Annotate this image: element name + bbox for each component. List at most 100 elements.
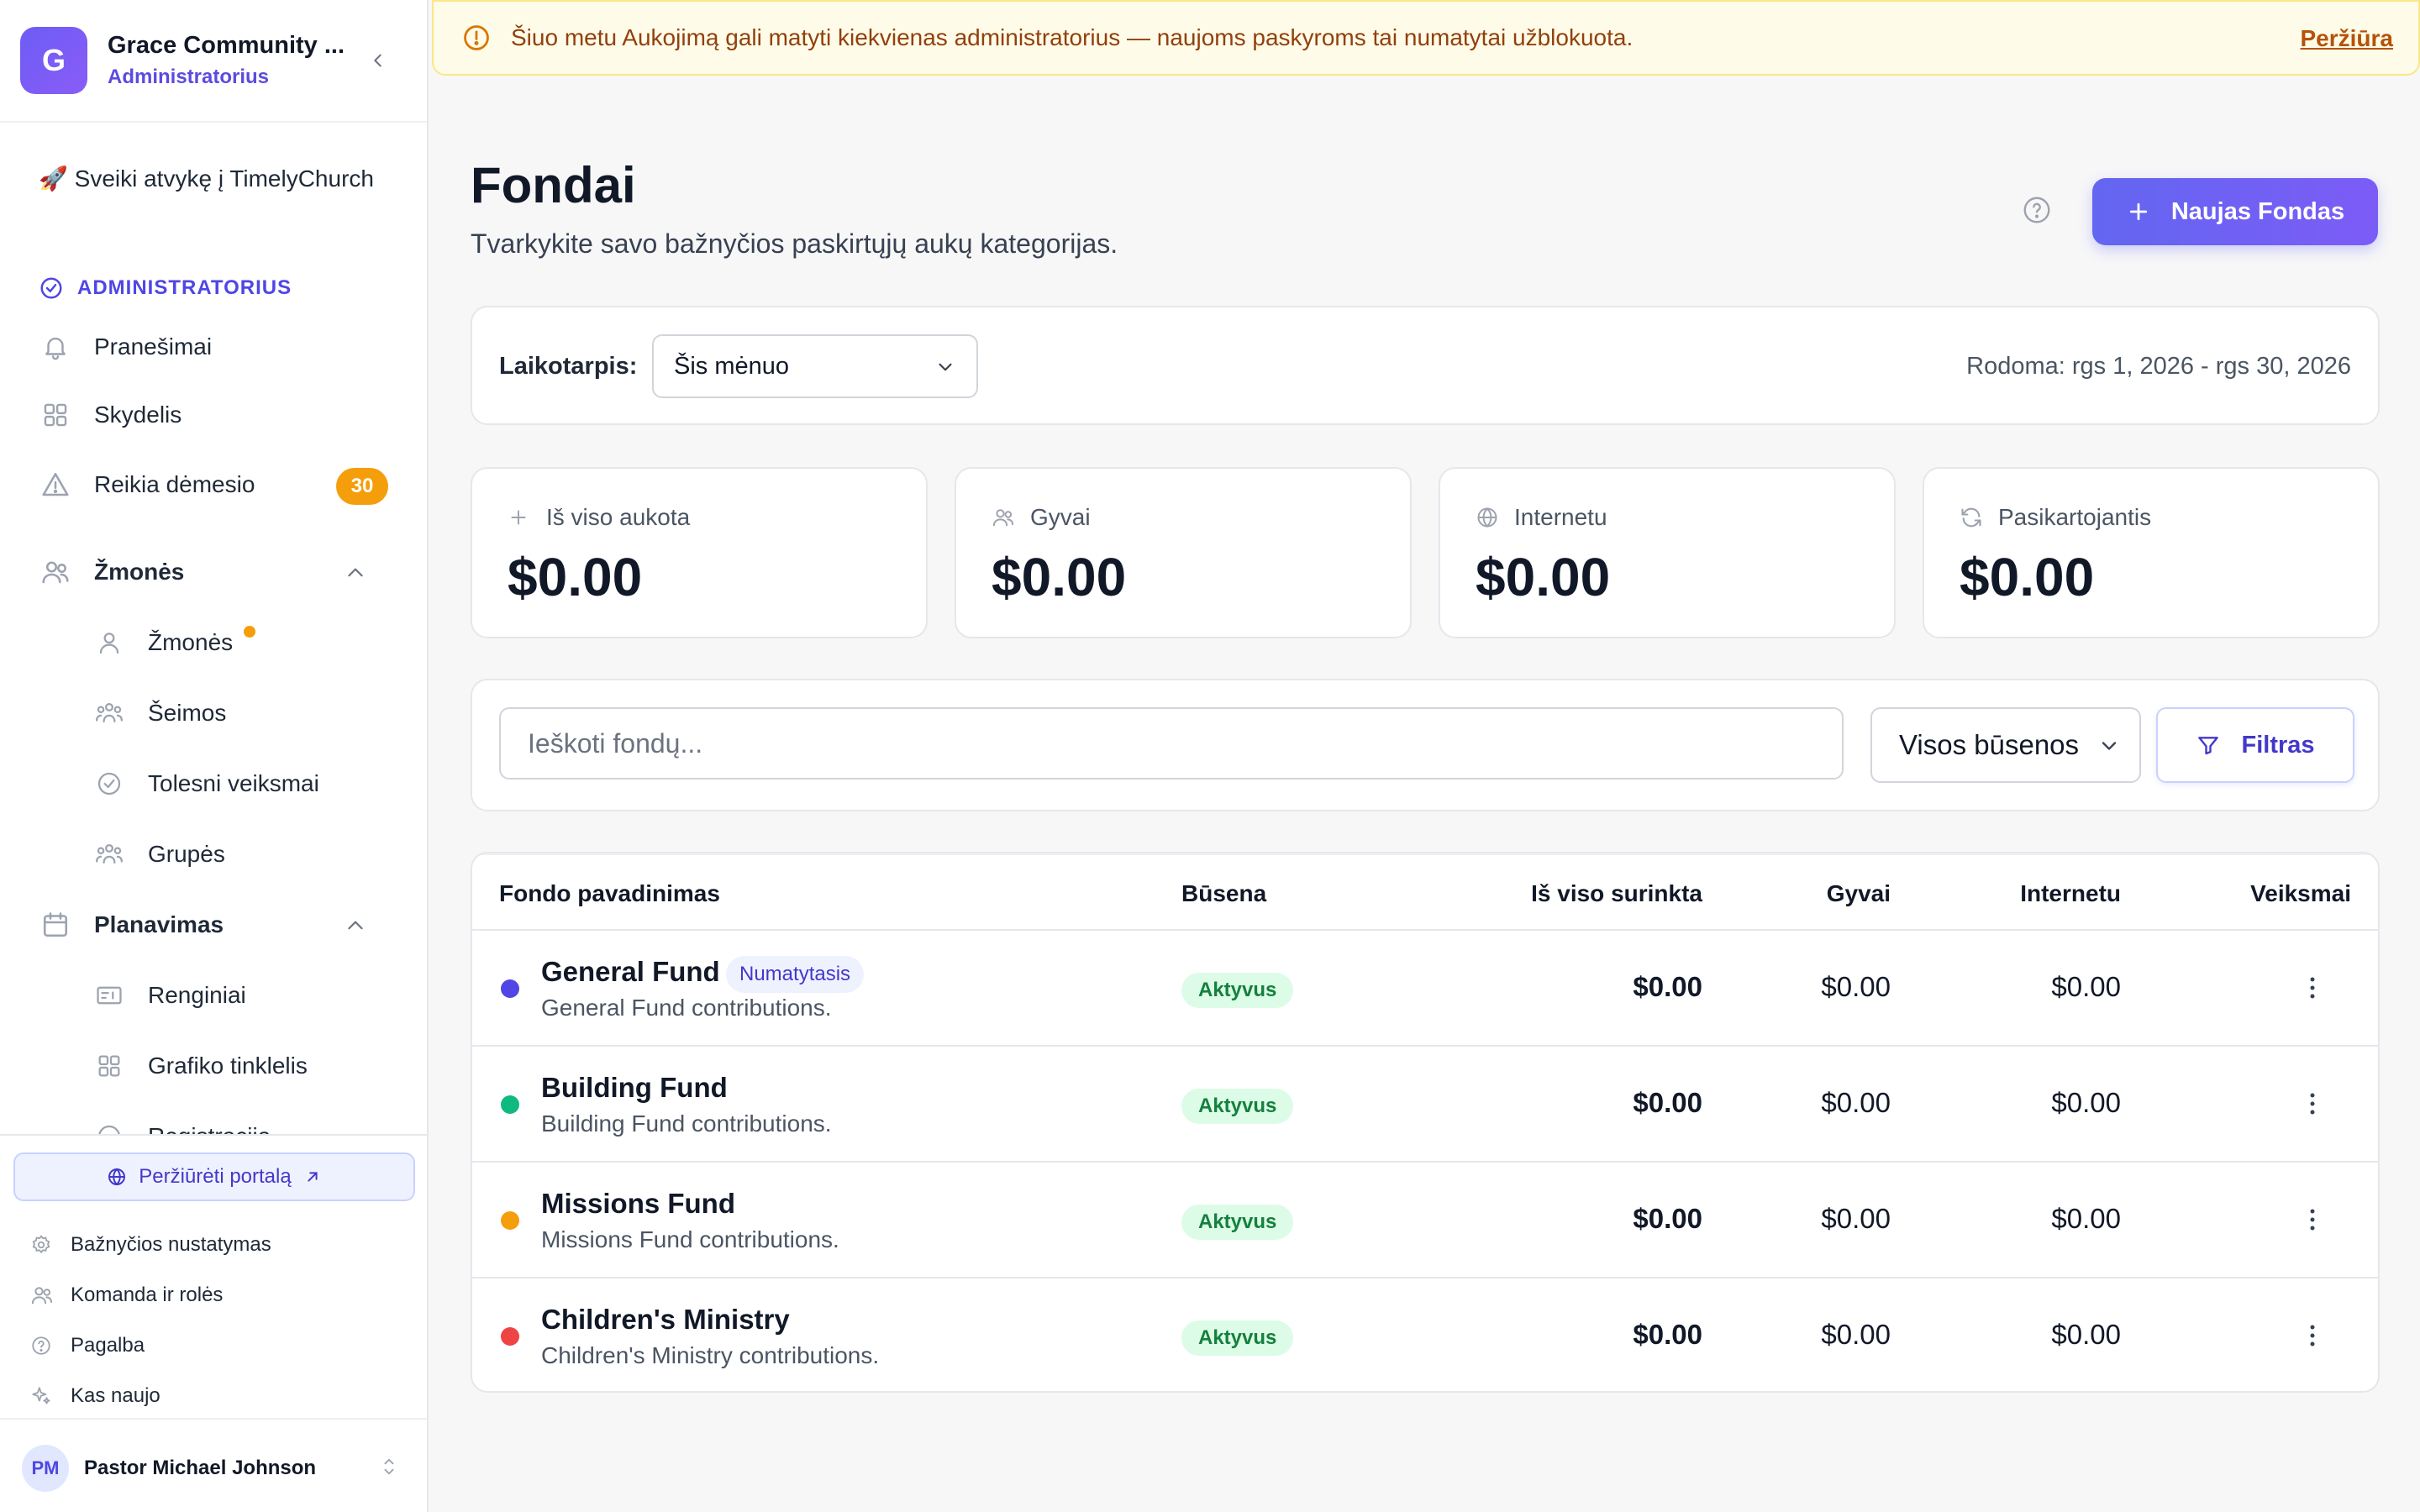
fund-name[interactable]: General Fund [541,956,720,988]
stat-label-text: Pasikartojantis [1998,504,2152,530]
family-icon [92,696,126,730]
org-logo[interactable]: G [20,27,87,94]
globe-icon [108,1168,126,1186]
ticket-icon [92,979,126,1012]
status-badge: Aktyvus [1181,1320,1294,1356]
sidebar-item-dashboard[interactable]: Skydelis [39,390,400,440]
sidebar-item-families[interactable]: Šeimos [92,688,400,738]
whats-new-label: Kas naujo [71,1384,160,1407]
more-vertical-icon[interactable] [2299,1090,2326,1117]
sidebar-item-label: Renginiai [148,982,246,1008]
sidebar-item-events[interactable]: Renginiai [92,970,400,1021]
sidebar: G Grace Community ... Administratorius 🚀… [0,0,429,1512]
user-name: Pastor Michael Johnson [84,1457,317,1479]
more-vertical-icon[interactable] [2299,1322,2326,1349]
more-vertical-icon[interactable] [2299,974,2326,1001]
grid-icon [92,1049,126,1083]
table-row[interactable]: Children's Ministry Children's Ministry … [472,1278,2378,1391]
search-filter-card: Visos būsenos Filtras [471,679,2380,811]
page-subtitle: Tvarkykite savo bažnyčios paskirtųjų auk… [471,228,1118,259]
sidebar-item-groups[interactable]: Grupės [92,829,400,879]
sidebar-item-notifications[interactable]: Pranešimai [39,322,400,372]
plus-icon [508,506,531,529]
new-fund-button[interactable]: Naujas Fondas [2092,178,2378,245]
period-filter-card: Laikotarpis: Šis mėnuo Rodoma: rgs 1, 20… [471,306,2380,425]
stat-label: Pasikartojantis [1960,504,2151,531]
status-badge: Aktyvus [1181,1089,1294,1124]
user-menu[interactable]: PM Pastor Michael Johnson [0,1418,427,1512]
period-range-text: Rodoma: rgs 1, 2026 - rgs 30, 2026 [1966,353,2351,380]
column-header-total[interactable]: Iš viso surinkta [1531,880,1702,907]
status-select[interactable]: Visos būsenos [1870,707,2141,783]
welcome-message[interactable]: 🚀 Sveiki atvykę į TimelyChurch [39,162,392,196]
fund-name[interactable]: Missions Fund [541,1188,735,1220]
chevron-up-icon[interactable] [345,562,366,590]
fund-name[interactable]: Building Fund [541,1072,728,1104]
bell-icon [39,330,72,364]
alert-circle-icon [462,23,492,53]
sidebar-item-people[interactable]: Žmonės [92,617,400,668]
help-link[interactable]: Pagalba [30,1329,145,1362]
fund-color-dot [501,1211,519,1230]
stat-value: $0.00 [1960,547,2095,607]
stat-label: Iš viso aukota [508,504,690,531]
team-roles-link[interactable]: Komanda ir rolės [30,1278,223,1312]
new-indicator-dot [244,626,255,638]
column-header-online[interactable]: Internetu [2020,880,2121,907]
table-row[interactable]: General Fund Numatytasis General Fund co… [472,931,2378,1047]
sidebar-item-label: Grupės [148,841,225,867]
collapse-sidebar-button[interactable] [361,44,395,77]
users-icon [992,506,1015,529]
sidebar-group-label: Žmonės [94,559,185,585]
fund-color-dot [501,979,519,998]
table-row[interactable]: Missions Fund Missions Fund contribution… [472,1163,2378,1278]
fund-live: $0.00 [1821,1203,1891,1234]
banner-review-link[interactable]: Peržiūra [2301,25,2394,52]
grid-icon [39,398,72,432]
help-label: Pagalba [71,1334,145,1357]
groups-icon [92,837,126,871]
fund-color-dot [501,1095,519,1114]
stat-label-text: Gyvai [1030,504,1091,530]
fund-live: $0.00 [1821,971,1891,1002]
stat-card-total: Iš viso aukota $0.00 [471,467,928,638]
column-header-status[interactable]: Būsena [1181,880,1266,907]
filter-label: Filtras [2241,731,2315,759]
stat-card-recurring: Pasikartojantis $0.00 [1923,467,2380,638]
fund-search-input[interactable] [499,707,1844,780]
whats-new-link[interactable]: Kas naujo [30,1379,160,1413]
stat-value: $0.00 [508,547,643,607]
column-header-live[interactable]: Gyvai [1827,880,1891,907]
section-admin: ADMINISTRATORIUS [39,276,292,301]
chevron-up-icon[interactable] [345,915,366,942]
fund-total: $0.00 [1633,1319,1702,1350]
stat-label-text: Iš viso aukota [546,504,691,530]
new-fund-label: Naujas Fondas [2170,197,2345,225]
period-label: Laikotarpis: [499,353,638,380]
table-row[interactable]: Building Fund Building Fund contribution… [472,1047,2378,1163]
sidebar-item-label: Pranešimai [94,333,213,360]
funds-table: Fondo pavadinimas Būsena Iš viso surinkt… [471,852,2380,1393]
sidebar-group-people[interactable]: Žmonės [39,547,400,597]
period-select[interactable]: Šis mėnuo [652,334,978,398]
sidebar-item-attention[interactable]: Reikia dėmesio 30 [39,459,400,510]
help-circle-icon [30,1334,54,1357]
filter-button[interactable]: Filtras [2156,707,2354,783]
status-badge: Aktyvus [1181,1205,1294,1240]
avatar: PM [22,1445,69,1492]
sidebar-group-planning[interactable]: Planavimas [39,900,400,950]
church-settings-link[interactable]: Bažnyčios nustatymas [30,1228,271,1262]
chevron-down-icon [934,356,956,385]
fund-name[interactable]: Children's Ministry [541,1304,790,1336]
check-circle-icon [40,277,62,299]
check-circle-icon [92,767,126,801]
column-header-name[interactable]: Fondo pavadinimas [499,880,720,907]
sidebar-item-schedule-grid[interactable]: Grafiko tinklelis [92,1041,400,1091]
org-role: Administratorius [108,66,270,88]
more-vertical-icon[interactable] [2299,1206,2326,1233]
fund-total: $0.00 [1633,1203,1702,1234]
org-name[interactable]: Grace Community ... [108,32,351,60]
view-portal-button[interactable]: Peržiūrėti portalą [13,1152,415,1201]
help-circle-icon[interactable] [2022,195,2055,228]
sidebar-item-followups[interactable]: Tolesni veiksmai [92,759,400,809]
